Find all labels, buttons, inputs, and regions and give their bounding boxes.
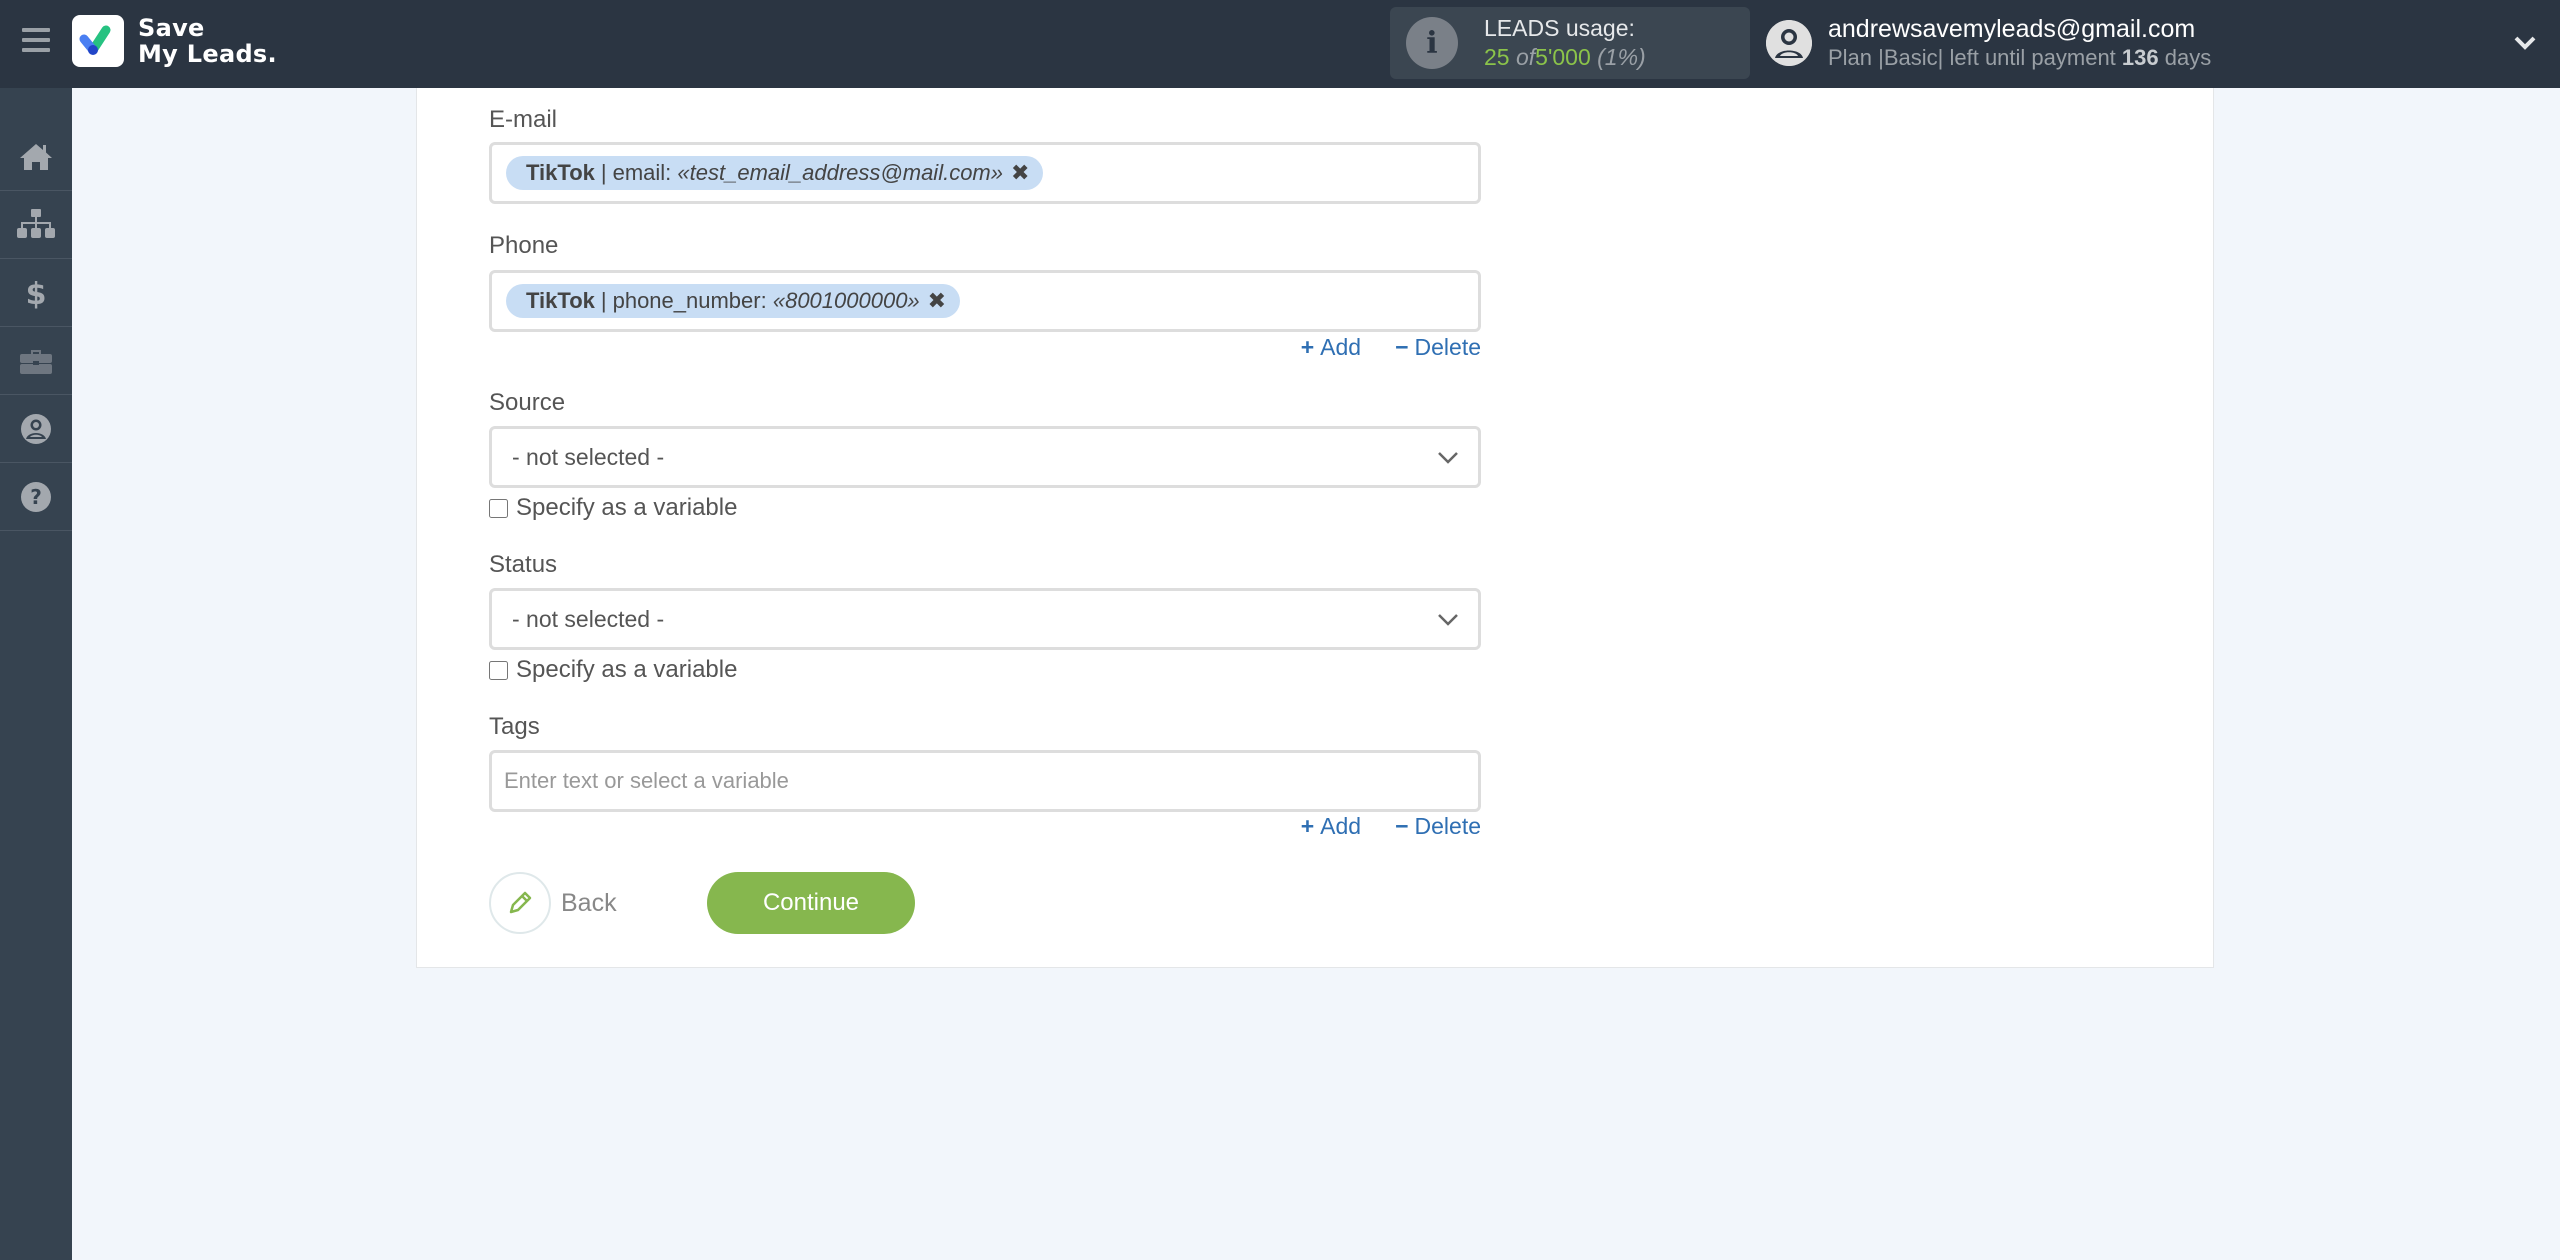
logo-line2: My Leads. <box>138 40 277 68</box>
plus-icon: + <box>1300 334 1315 360</box>
tags-add-button[interactable]: + Add <box>1301 813 1361 840</box>
phone-actions: + Add − Delete <box>1301 334 1481 361</box>
minus-icon: − <box>1395 334 1409 360</box>
sidebar-item-tools[interactable] <box>0 327 72 395</box>
svg-text:$: $ <box>26 277 47 310</box>
tags-delete-button[interactable]: − Delete <box>1395 813 1481 840</box>
usage-title: LEADS usage: <box>1484 15 1635 41</box>
sidebar-item-billing[interactable]: $ <box>0 259 72 327</box>
email-label: E-mail <box>489 106 558 133</box>
chevron-down-icon <box>1438 452 1458 464</box>
usage-percent: (1%) <box>1597 44 1646 70</box>
phone-input[interactable]: TikTok | phone_number: «8001000000» ✖ <box>489 270 1481 332</box>
back-button[interactable]: Back <box>489 872 617 934</box>
usage-of: of <box>1515 44 1536 70</box>
continue-button[interactable]: Continue <box>707 872 915 934</box>
status-selected-value: - not selected - <box>512 605 665 632</box>
back-label: Back <box>561 888 617 917</box>
chevron-down-icon[interactable] <box>2510 30 2540 54</box>
phone-field-group: Phone TikTok | phone_number: «8001000000… <box>489 231 1481 360</box>
pencil-icon <box>489 872 551 934</box>
home-icon <box>20 143 52 170</box>
minus-icon: − <box>1395 813 1409 839</box>
days-left: 136 <box>2121 45 2159 70</box>
phone-add-button[interactable]: + Add <box>1301 334 1361 361</box>
remove-chip-icon[interactable]: ✖ <box>1011 160 1029 186</box>
status-variable-checkbox[interactable]: Specify as a variable <box>489 656 737 684</box>
user-circle-icon <box>21 413 51 444</box>
user-plan: Plan |Basic| left until payment 136 days <box>1828 45 2212 70</box>
email-input[interactable]: TikTok | email: «test_email_address@mail… <box>489 142 1481 204</box>
user-avatar-icon <box>1766 20 1812 66</box>
status-field-group: Status - not selected - Specify as a var… <box>489 550 1481 683</box>
email-variable-chip[interactable]: TikTok | email: «test_email_address@mail… <box>506 156 1044 190</box>
phone-variable-chip[interactable]: TikTok | phone_number: «8001000000» ✖ <box>506 284 961 318</box>
tags-actions: + Add − Delete <box>1301 813 1481 840</box>
usage-used: 25 <box>1484 44 1510 70</box>
sidebar-item-help[interactable]: ? <box>0 463 72 531</box>
status-label: Status <box>489 551 558 578</box>
tags-field-group: Tags Enter text or select a variable + Ad… <box>489 712 1481 839</box>
logo-line1: Save <box>138 14 205 42</box>
usage-value: 25 of5'000 (1%) <box>1484 43 1646 72</box>
svg-text:?: ? <box>30 485 42 509</box>
top-bar: Save My Leads. i LEADS usage: 25 of5'000… <box>0 0 2560 88</box>
leads-usage-panel: i LEADS usage: 25 of5'000 (1%) <box>1390 7 1750 79</box>
source-field-group: Source - not selected - Specify as a var… <box>489 388 1481 521</box>
info-icon: i <box>1406 17 1458 69</box>
tags-label: Tags <box>489 713 540 740</box>
email-field-group: E-mail TikTok | email: «test_email_addre… <box>489 105 1481 204</box>
sidebar: $ ? <box>0 88 72 1260</box>
source-label: Source <box>489 389 566 416</box>
sitemap-icon <box>17 208 55 238</box>
status-select[interactable]: - not selected - <box>489 588 1481 650</box>
source-select[interactable]: - not selected - <box>489 426 1481 488</box>
status-variable-checkbox-input[interactable] <box>489 660 508 680</box>
user-email: andrewsavemyleads@gmail.com <box>1828 15 2196 43</box>
briefcase-icon <box>20 349 52 374</box>
question-circle-icon: ? <box>21 481 51 512</box>
tags-placeholder: Enter text or select a variable <box>504 768 789 793</box>
usage-limit: 5'000 <box>1535 44 1591 70</box>
source-variable-checkbox[interactable]: Specify as a variable <box>489 494 737 522</box>
phone-label: Phone <box>489 232 559 259</box>
remove-chip-icon[interactable]: ✖ <box>928 288 946 314</box>
logo-check-icon <box>72 15 124 67</box>
sidebar-item-account[interactable] <box>0 395 72 463</box>
sidebar-item-home[interactable] <box>0 123 72 191</box>
sidebar-item-connections[interactable] <box>0 191 72 259</box>
user-menu[interactable]: andrewsavemyleads@gmail.com Plan |Basic|… <box>1766 14 2211 72</box>
source-variable-checkbox-input[interactable] <box>489 498 508 518</box>
chevron-down-icon <box>1438 614 1458 626</box>
phone-delete-button[interactable]: − Delete <box>1395 334 1481 361</box>
logo[interactable]: Save My Leads. <box>72 15 277 67</box>
tags-input[interactable]: Enter text or select a variable <box>489 750 1481 812</box>
hamburger-icon[interactable] <box>22 28 50 52</box>
form-card: E-mail TikTok | email: «test_email_addre… <box>416 88 2214 968</box>
source-selected-value: - not selected - <box>512 443 665 470</box>
dollar-icon: $ <box>26 277 47 310</box>
plus-icon: + <box>1300 813 1315 839</box>
